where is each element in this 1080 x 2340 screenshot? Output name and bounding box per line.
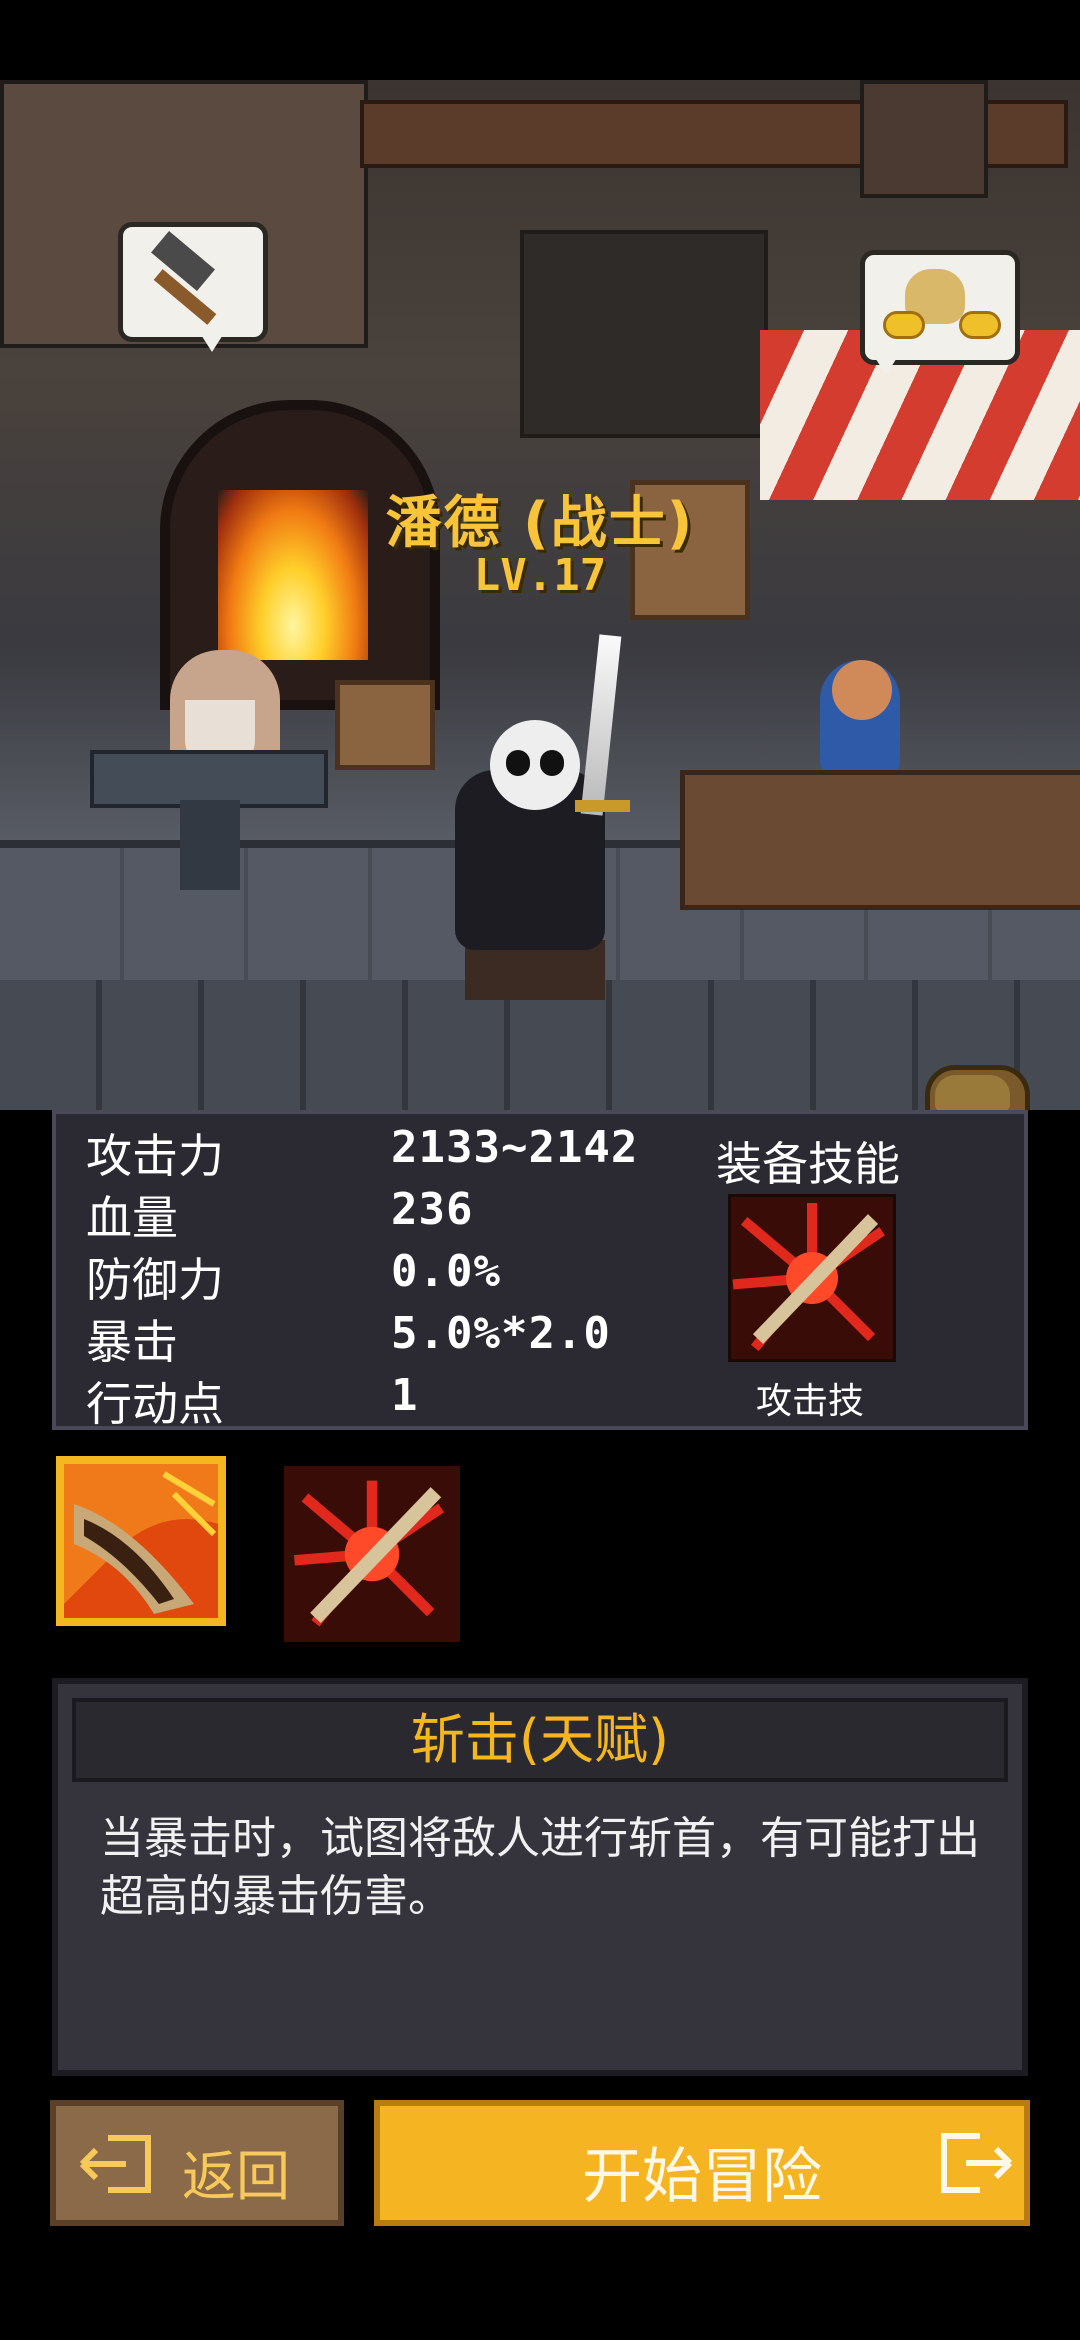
stat-value-crit: 5.0%*2.0 — [391, 1308, 611, 1359]
stat-value-hp: 236 — [391, 1184, 474, 1235]
backpack-flap — [935, 1075, 1010, 1110]
stat-label-action-points: 行动点 — [86, 1377, 224, 1431]
merchant-bubble[interactable] — [860, 250, 1020, 365]
town-scene: 潘德 (战士) LV.17 — [0, 80, 1080, 1110]
start-adventure-button[interactable]: 开始冒险 — [374, 2100, 1030, 2226]
stat-label-attack: 攻击力 — [86, 1129, 224, 1183]
hero-eye — [540, 750, 564, 776]
stat-label-hp: 血量 — [86, 1191, 178, 1245]
attack-skill-icon[interactable] — [728, 1194, 896, 1362]
merchant-head — [832, 660, 892, 720]
hammer-icon — [123, 227, 263, 337]
skill-slot-slash[interactable] — [56, 1456, 226, 1626]
stat-value-action-points: 1 — [391, 1370, 419, 1421]
slash-skill-icon — [64, 1464, 218, 1618]
start-button-label: 开始冒险 — [582, 2142, 822, 2212]
stat-value-defense: 0.0% — [391, 1246, 501, 1297]
bubble-tail — [198, 330, 226, 352]
skill-description-text: 当暴击时，试图将敌人进行斩首，有可能打出超高的暴击伤害。 — [100, 1813, 980, 1922]
equipped-skill-name: 攻击技 — [756, 1381, 865, 1422]
skill-description-panel: 斩击(天赋) 当暴击时，试图将敌人进行斩首，有可能打出超高的暴击伤害。 — [52, 1678, 1028, 2076]
sword — [580, 634, 622, 816]
stat-label-crit: 暴击 — [86, 1315, 178, 1369]
sword-guard — [575, 800, 630, 812]
stats-panel: 攻击力 2133~2142 血量 236 防御力 0.0% 暴击 5.0%*2.… — [52, 1110, 1028, 1431]
exit-right-icon — [941, 2133, 1013, 2193]
shop-counter — [680, 770, 1080, 910]
exit-left-icon — [79, 2135, 151, 2193]
attack-skill-icon — [284, 1466, 460, 1642]
window — [860, 80, 988, 198]
stat-value-attack: 2133~2142 — [391, 1122, 639, 1173]
stat-label-defense: 防御力 — [86, 1253, 224, 1307]
crate — [335, 680, 435, 770]
coin — [959, 311, 1001, 339]
bubble-tail — [872, 353, 900, 375]
blacksmith-bubble[interactable] — [118, 222, 268, 342]
skill-title-bar: 斩击(天赋) — [72, 1698, 1008, 1782]
coin — [883, 311, 925, 339]
back-button-label: 返回 — [182, 2145, 290, 2208]
hero-name: 潘德 (战士) — [385, 491, 695, 556]
hero-level: LV.17 — [473, 550, 607, 601]
wall-segment — [520, 230, 768, 438]
anvil-stand — [180, 800, 240, 890]
hero-eye — [506, 750, 530, 776]
hero-panda-head — [490, 720, 580, 810]
back-button[interactable]: 返回 — [50, 2100, 344, 2226]
skill-title: 斩击(天赋) — [410, 1708, 670, 1771]
skill-slot-attack[interactable] — [284, 1466, 460, 1642]
equipped-skill-header: 装备技能 — [716, 1137, 900, 1191]
gold-bag-icon — [865, 255, 1015, 360]
